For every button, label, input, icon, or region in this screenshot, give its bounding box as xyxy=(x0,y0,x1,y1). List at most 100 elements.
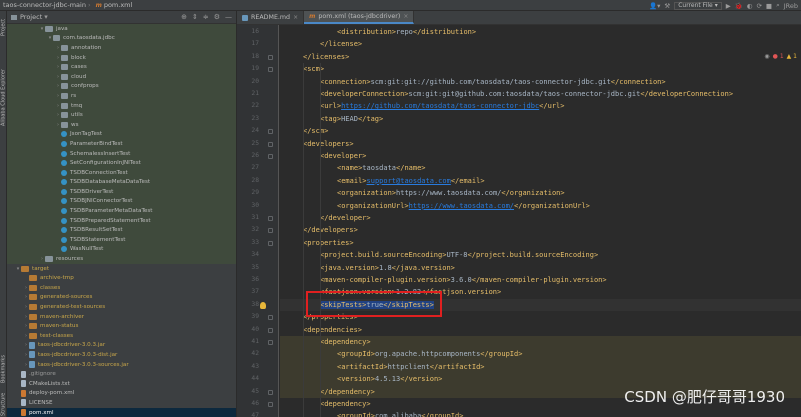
tree-item[interactable]: › ws xyxy=(7,119,236,130)
code-line[interactable]: <maven-compiler-plugin.version>3.6.0</ma… xyxy=(280,274,801,286)
line-number[interactable]: 27 xyxy=(237,164,259,171)
tree-item[interactable]: › utils xyxy=(7,110,236,120)
fold-marker-icon[interactable] xyxy=(268,67,273,73)
code-line[interactable]: <organizationUrl>https://www.taosdata.co… xyxy=(280,200,801,212)
tool-tab-structure[interactable]: Structure xyxy=(0,391,7,417)
tree-item[interactable]: .gitignore xyxy=(7,369,236,379)
code-line[interactable]: </licenses> xyxy=(280,51,801,63)
chevron-down-icon[interactable]: ▾ xyxy=(44,13,48,21)
code-line[interactable]: <developerConnection>scm:git:git@github.… xyxy=(280,88,801,100)
line-number[interactable]: 24 xyxy=(237,127,259,134)
code-line[interactable]: <organization>https://www.taosdata.com/<… xyxy=(280,187,801,199)
profile-icon[interactable]: ⟳ xyxy=(756,2,761,10)
tree-item[interactable]: › taos-jdbcdriver-3.0.3.jar xyxy=(7,341,236,351)
tree-item[interactable]: LICENSE xyxy=(7,398,236,408)
line-number[interactable]: 43 xyxy=(237,363,259,370)
line-number[interactable]: 39 xyxy=(237,313,259,320)
collapse-all-icon[interactable]: ≑ xyxy=(203,13,209,21)
gear-icon[interactable]: ⚙ xyxy=(214,13,220,21)
tree-item[interactable]: TSDBPreparedStatementTest xyxy=(7,215,236,226)
code-line[interactable]: <version>4.5.13</version> xyxy=(280,373,801,386)
line-number[interactable]: 36 xyxy=(237,276,259,283)
tree-item[interactable]: › maven-status xyxy=(7,321,236,331)
tree-item[interactable]: › test-classes xyxy=(7,331,236,341)
line-number[interactable]: 17 xyxy=(237,40,259,47)
editor-tab[interactable]: m pom.xml (taos-jdbcdriver) × xyxy=(304,11,415,24)
breadcrumb-project[interactable]: taos-connector-jdbc-main xyxy=(0,1,86,9)
close-icon[interactable]: × xyxy=(403,13,408,20)
line-number[interactable]: 35 xyxy=(237,264,259,271)
line-number[interactable]: 16 xyxy=(237,28,259,35)
tree-item[interactable]: WasNullTest xyxy=(7,244,236,255)
tree-item[interactable]: ▾ target xyxy=(7,264,236,274)
link[interactable]: https://github.com/taosdata/taos-connect… xyxy=(341,102,539,110)
fold-marker-icon[interactable] xyxy=(268,402,273,407)
tree-item[interactable]: ParameterBindTest xyxy=(7,139,236,149)
code-line[interactable]: <scm> xyxy=(280,63,801,75)
intention-bulb-icon[interactable] xyxy=(260,301,266,309)
line-number[interactable]: 46 xyxy=(237,400,259,407)
code-line[interactable]: <dependency> xyxy=(280,336,801,349)
tree-item[interactable]: deploy-pom.xml xyxy=(7,389,236,399)
code-line[interactable]: <developer> xyxy=(280,150,801,162)
line-number[interactable]: 22 xyxy=(237,102,259,109)
run-icon[interactable]: ▶ xyxy=(726,2,731,10)
code-line[interactable]: <properties> xyxy=(280,237,801,249)
link[interactable]: support@taosdata.com xyxy=(367,177,451,185)
user-icon[interactable]: 👤▾ xyxy=(649,2,660,10)
code-line[interactable]: <email>support@taosdata.com</email> xyxy=(280,175,801,187)
link[interactable]: https://www.taosdata.com/ xyxy=(409,202,514,210)
tree-item[interactable]: SetConfigurationInJNITest xyxy=(7,158,236,168)
breadcrumb-file[interactable]: m pom.xml xyxy=(93,1,133,9)
code-line[interactable]: <tag>HEAD</tag> xyxy=(280,113,801,125)
locate-icon[interactable]: ⊕ xyxy=(181,13,187,21)
tree-item[interactable]: TSDBConnectionTest xyxy=(7,167,236,178)
debug-icon[interactable]: 🐞 xyxy=(735,2,743,10)
tree-item[interactable]: JsonTagTest xyxy=(7,129,236,140)
code-line[interactable]: <groupId>com.alibaba</groupId> xyxy=(280,410,801,417)
line-number[interactable]: 37 xyxy=(237,288,259,295)
build-hammer-icon[interactable]: ⚒ xyxy=(664,2,670,10)
run-configuration-select[interactable]: Current File ▾ xyxy=(674,1,722,10)
code-line[interactable]: <artifactId>httpclient</artifactId> xyxy=(280,360,801,374)
line-number[interactable]: 44 xyxy=(237,375,259,382)
code-line[interactable]: </developers> xyxy=(280,224,801,236)
jrebel-label[interactable]: JReb xyxy=(784,2,798,10)
code-line[interactable]: <url>https://github.com/taosdata/taos-co… xyxy=(280,100,801,112)
tree-item[interactable]: › classes xyxy=(7,283,236,293)
line-number[interactable]: 23 xyxy=(237,115,259,122)
line-number[interactable]: 19 xyxy=(237,65,259,72)
line-number[interactable]: 29 xyxy=(237,189,259,196)
tree-item[interactable]: › cases xyxy=(7,62,236,72)
code-line[interactable]: <developers> xyxy=(280,138,801,150)
fold-marker-icon[interactable] xyxy=(268,340,273,345)
fold-marker-icon[interactable] xyxy=(268,216,273,221)
minimize-icon[interactable]: — xyxy=(225,13,232,21)
tree-item[interactable]: TSDBParameterMetaDataTest xyxy=(7,206,236,216)
code-line[interactable]: <connection>scm:git:git://github.com/tao… xyxy=(280,76,801,88)
tool-tab-project[interactable]: Project xyxy=(0,13,7,41)
line-number[interactable]: 18 xyxy=(237,53,259,60)
fold-marker-icon[interactable] xyxy=(268,240,273,246)
code-line[interactable]: <java.version>1.8</java.version> xyxy=(280,262,801,274)
fold-marker-icon[interactable] xyxy=(268,154,273,159)
fold-marker-icon[interactable] xyxy=(268,141,273,147)
line-number[interactable]: 30 xyxy=(237,202,259,209)
tree-item[interactable]: TSDBResultSetTest xyxy=(7,225,236,236)
tree-item[interactable]: › rs xyxy=(7,91,236,101)
code-line[interactable]: <groupId>org.apache.httpcomponents</grou… xyxy=(280,348,801,361)
fold-marker-icon[interactable] xyxy=(268,54,273,60)
code-line[interactable]: <project.build.sourceEncoding>UTF-8</pro… xyxy=(280,249,801,261)
line-number[interactable]: 26 xyxy=(237,152,259,159)
code-editor[interactable]: ◉ ● 1 ▲ 1 <distribution>repo</distributi… xyxy=(280,25,801,417)
tree-item[interactable]: TSDBStatementTest xyxy=(7,235,236,245)
tree-item[interactable]: SchemalessInsertTest xyxy=(7,148,236,159)
editor-tab[interactable]: README.md × xyxy=(237,11,305,24)
tree-item[interactable]: › maven-archiver xyxy=(7,312,236,322)
code-line[interactable]: </license> xyxy=(280,38,801,50)
tree-item[interactable]: ▾ com.taosdata.jdbc xyxy=(7,33,236,44)
tree-item[interactable]: TSDBDatabaseMetaDataTest xyxy=(7,177,236,188)
line-number[interactable]: 47 xyxy=(237,412,259,417)
line-number[interactable]: 21 xyxy=(237,90,259,97)
coverage-icon[interactable]: ◐ xyxy=(747,2,753,10)
